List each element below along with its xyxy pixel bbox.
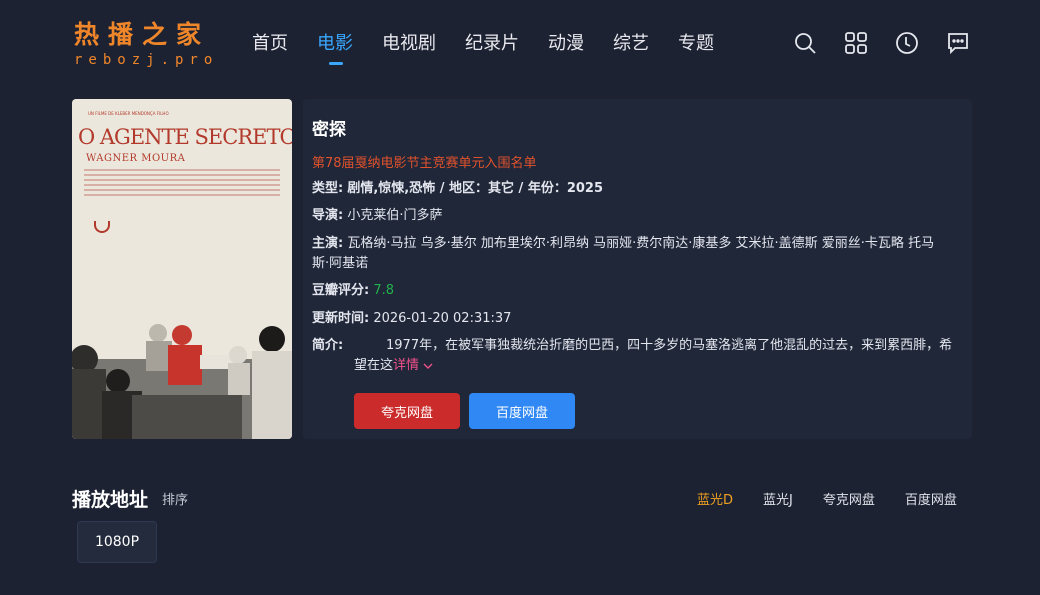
cast-value: 瓦格纳·马拉 乌多·基尔 加布里埃尔·利昂纳 马丽娅·费尔南达·康基多 艾米拉·… bbox=[312, 236, 935, 271]
more-details-link[interactable]: 详情 bbox=[393, 358, 433, 373]
intro-label: 简介: bbox=[312, 338, 344, 353]
intro-text-block: 1977年，在被军事独裁统治折磨的巴西，四十多岁的马塞洛逃离了他混乱的过去，来到… bbox=[312, 336, 957, 376]
poster-photo bbox=[72, 299, 292, 439]
nav-item-variety[interactable]: 综艺 bbox=[613, 32, 649, 56]
cannes-laurel-icon bbox=[94, 221, 110, 233]
score-label: 豆瓣评分: bbox=[312, 283, 370, 298]
intro-text: 1977年，在被军事独裁统治折磨的巴西，四十多岁的马塞洛逃离了他混乱的过去，来到… bbox=[354, 338, 953, 373]
history-icon[interactable] bbox=[894, 30, 920, 56]
poster-credits bbox=[84, 169, 280, 199]
poster-credit-line: UN FILME DE KLEBER MENDONÇA FILHO bbox=[88, 111, 169, 116]
message-icon[interactable] bbox=[945, 30, 971, 56]
movie-poster[interactable]: UN FILME DE KLEBER MENDONÇA FILHO O AGEN… bbox=[72, 99, 292, 439]
source-tabs: 蓝光D 蓝光J 夸克网盘 百度网盘 bbox=[697, 489, 987, 508]
cast-label: 主演: bbox=[312, 236, 344, 251]
douban-score: 7.8 bbox=[373, 283, 395, 298]
source-tab-bluray-j[interactable]: 蓝光J bbox=[763, 489, 793, 508]
nav-item-topics[interactable]: 专题 bbox=[678, 32, 714, 56]
genre-label: 类型: bbox=[312, 181, 344, 196]
update-time-value: 2026-01-20 02:31:37 bbox=[373, 311, 512, 326]
logo-subtitle: rebozj.pro bbox=[74, 52, 219, 68]
source-tab-baidu[interactable]: 百度网盘 bbox=[905, 489, 957, 508]
poster-title: O AGENTE SECRETO bbox=[78, 125, 292, 149]
score-row: 豆瓣评分: 7.8 bbox=[312, 281, 394, 301]
movie-title: 密探 bbox=[312, 120, 346, 140]
intro-row: 简介: 1977年，在被军事独裁统治折磨的巴西，四十多岁的马塞洛逃离了他混乱的过… bbox=[312, 336, 957, 376]
quark-drive-button[interactable]: 夸克网盘 bbox=[354, 393, 460, 429]
logo-title: 热播之家 bbox=[74, 20, 211, 49]
source-tab-quark[interactable]: 夸克网盘 bbox=[823, 489, 875, 508]
movie-info-panel: 密探 第78届戛纳电影节主竞赛单元入围名单 类型: 剧情,惊悚,恐怖 / 地区：… bbox=[303, 99, 972, 439]
nav-item-anime[interactable]: 动漫 bbox=[548, 32, 584, 56]
director-row: 导演: 小克莱伯·门多萨 bbox=[312, 206, 442, 226]
source-tab-bluray-d[interactable]: 蓝光D bbox=[697, 489, 733, 508]
site-logo[interactable]: 热播之家 rebozj.pro bbox=[74, 20, 234, 68]
more-details-label: 详情 bbox=[393, 358, 424, 373]
cast-row: 主演: 瓦格纳·马拉 乌多·基尔 加布里埃尔·利昂纳 马丽娅·费尔南达·康基多 … bbox=[312, 234, 942, 274]
genre-value: 剧情,惊悚,恐怖 / 地区：其它 / 年份：2025 bbox=[347, 181, 604, 196]
festival-tag[interactable]: 第78届戛纳电影节主竞赛单元入围名单 bbox=[312, 152, 537, 171]
episode-button-1080p[interactable]: 1080P bbox=[77, 521, 157, 563]
chevron-down-icon bbox=[423, 363, 433, 369]
main-nav: 首页 电影 电视剧 纪录片 动漫 综艺 专题 bbox=[252, 32, 743, 65]
search-icon[interactable] bbox=[792, 30, 818, 56]
nav-item-movies[interactable]: 电影 bbox=[317, 32, 353, 65]
play-section-title: 播放地址 bbox=[72, 489, 149, 511]
nav-item-home[interactable]: 首页 bbox=[252, 32, 288, 56]
sort-button[interactable]: 排序 bbox=[162, 489, 188, 508]
baidu-drive-button[interactable]: 百度网盘 bbox=[469, 393, 575, 429]
header-actions bbox=[792, 30, 996, 56]
poster-subtitle: WAGNER MOURA bbox=[86, 153, 186, 164]
update-time-label: 更新时间: bbox=[312, 311, 370, 326]
update-time-row: 更新时间: 2026-01-20 02:31:37 bbox=[312, 309, 511, 329]
director-value: 小克莱伯·门多萨 bbox=[347, 208, 443, 223]
genre-row: 类型: 剧情,惊悚,恐怖 / 地区：其它 / 年份：2025 bbox=[312, 179, 603, 199]
grid-icon[interactable] bbox=[843, 30, 869, 56]
director-label: 导演: bbox=[312, 208, 344, 223]
nav-item-tv[interactable]: 电视剧 bbox=[382, 32, 436, 56]
nav-item-documentary[interactable]: 纪录片 bbox=[465, 32, 519, 56]
